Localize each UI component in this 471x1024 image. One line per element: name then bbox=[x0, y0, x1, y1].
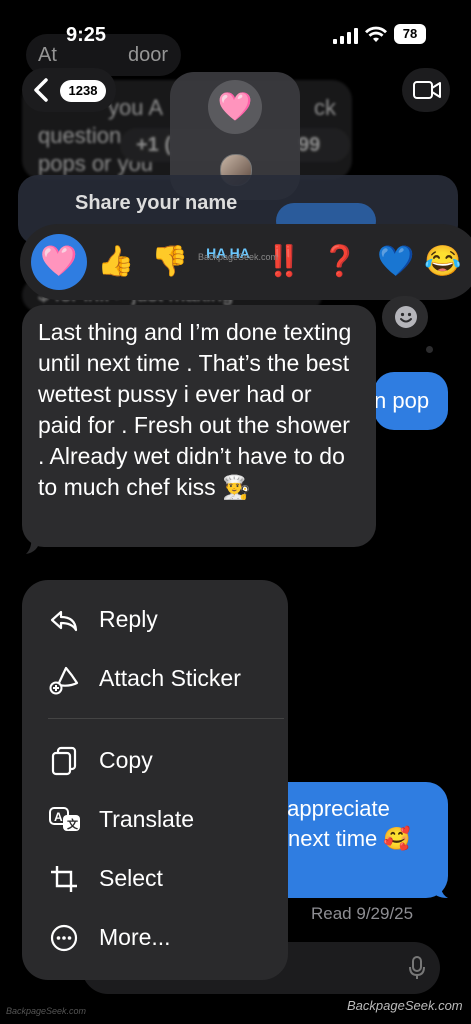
back-button[interactable]: 1238 bbox=[22, 68, 116, 112]
message-context-menu: Reply Attach Sticker Copy A 文 Translate bbox=[22, 580, 288, 980]
message-text: Last thing and I’m done texting until ne… bbox=[38, 319, 352, 500]
cellular-signal-icon bbox=[333, 28, 358, 44]
copy-icon bbox=[51, 746, 77, 776]
smiley-icon bbox=[395, 306, 417, 328]
outgoing-message-text: n pop bbox=[374, 388, 430, 413]
microphone-icon bbox=[409, 956, 425, 979]
video-camera-icon bbox=[413, 81, 441, 99]
menu-item-label: Reply bbox=[99, 606, 158, 632]
outgoing-message-bubble[interactable]: n pop bbox=[374, 372, 448, 430]
status-bar: At door 9:25 78 bbox=[0, 22, 471, 76]
outgoing-message-line: next time 🥰 bbox=[288, 826, 411, 851]
conversation-title-partial: At bbox=[38, 44, 57, 66]
tapback-watermark: BackpageSeek.com bbox=[198, 252, 279, 262]
translate-icon: A 文 bbox=[49, 807, 80, 831]
menu-item-label: Copy bbox=[99, 747, 153, 773]
background-text: question bbox=[38, 123, 122, 148]
tapback-blue-heart[interactable]: 💙 bbox=[368, 234, 424, 290]
menu-item-attach-sticker[interactable]: Attach Sticker bbox=[22, 653, 288, 705]
read-receipt: Read 9/29/25 bbox=[311, 904, 414, 923]
blue-heart-icon: 💙 bbox=[377, 245, 415, 278]
tapback-question[interactable]: ❓ bbox=[312, 234, 368, 290]
menu-item-label: Select bbox=[99, 865, 163, 891]
menu-separator bbox=[48, 718, 284, 719]
laughing-face-icon: 😂 bbox=[424, 245, 462, 278]
battery-indicator: 78 bbox=[394, 24, 426, 44]
thumbs-down-icon: 👎 bbox=[151, 245, 189, 278]
background-count-tail: 99 bbox=[298, 134, 321, 156]
watermark-corner: BackpageSeek.com bbox=[6, 1006, 87, 1016]
svg-text:文: 文 bbox=[67, 817, 79, 831]
tapback-emphasize[interactable]: ‼️ bbox=[256, 234, 312, 290]
menu-item-copy[interactable]: Copy bbox=[22, 735, 288, 787]
menu-item-translate[interactable]: A 文 Translate bbox=[22, 794, 288, 846]
thumbs-up-icon: 👍 bbox=[97, 245, 135, 278]
more-icon bbox=[50, 924, 78, 952]
status-time: 9:25 bbox=[66, 24, 107, 46]
add-emoji-reaction-button[interactable] bbox=[382, 296, 428, 338]
share-name-title: Share your name bbox=[75, 192, 238, 214]
wifi-icon bbox=[365, 26, 387, 42]
tapback-bar: 🩷 👍 👎 HA HA ‼️ ❓ 💙 😂 BackpageSeek.com bbox=[20, 224, 471, 300]
selected-message-bubble[interactable]: Last thing and I’m done texting until ne… bbox=[22, 305, 376, 547]
svg-text:A: A bbox=[54, 810, 63, 824]
reply-icon bbox=[50, 610, 78, 632]
background-count: +1 ( bbox=[136, 134, 172, 156]
emoji-button-tail bbox=[426, 346, 433, 353]
heart-icon: 🩷 bbox=[217, 91, 253, 122]
unread-count-badge: 1238 bbox=[60, 80, 106, 102]
chevron-left-icon bbox=[34, 78, 48, 102]
menu-item-label: Attach Sticker bbox=[99, 665, 241, 691]
tapback-heart[interactable]: 🩷 bbox=[31, 234, 87, 290]
background-text: you A bbox=[108, 95, 164, 120]
tapback-thumbs-up[interactable]: 👍 bbox=[88, 234, 144, 290]
menu-item-label: More... bbox=[99, 924, 171, 950]
question-mark-icon: ❓ bbox=[321, 245, 359, 278]
menu-item-select[interactable]: Select bbox=[22, 853, 288, 905]
crop-select-icon bbox=[51, 866, 77, 892]
conversation-title-partial-right: door bbox=[128, 44, 169, 66]
bubble-tail bbox=[26, 532, 40, 554]
menu-item-label: Translate bbox=[99, 806, 195, 832]
menu-item-more[interactable]: More... bbox=[22, 912, 288, 964]
outgoing-bubble-tail bbox=[430, 880, 448, 898]
tapback-haha[interactable]: HA HA bbox=[200, 234, 256, 290]
facetime-video-button[interactable] bbox=[402, 68, 450, 112]
watermark: BackpageSeek.com bbox=[347, 998, 463, 1013]
heart-icon: 🩷 bbox=[40, 245, 78, 278]
sticker-icon bbox=[49, 666, 79, 695]
heart-reaction-bubble: 🩷 bbox=[208, 80, 262, 134]
menu-item-reply[interactable]: Reply bbox=[22, 594, 288, 646]
tapback-laugh[interactable]: 😂 bbox=[424, 234, 464, 290]
tapback-thumbs-down[interactable]: 👎 bbox=[142, 234, 198, 290]
background-text: ck bbox=[314, 95, 336, 120]
